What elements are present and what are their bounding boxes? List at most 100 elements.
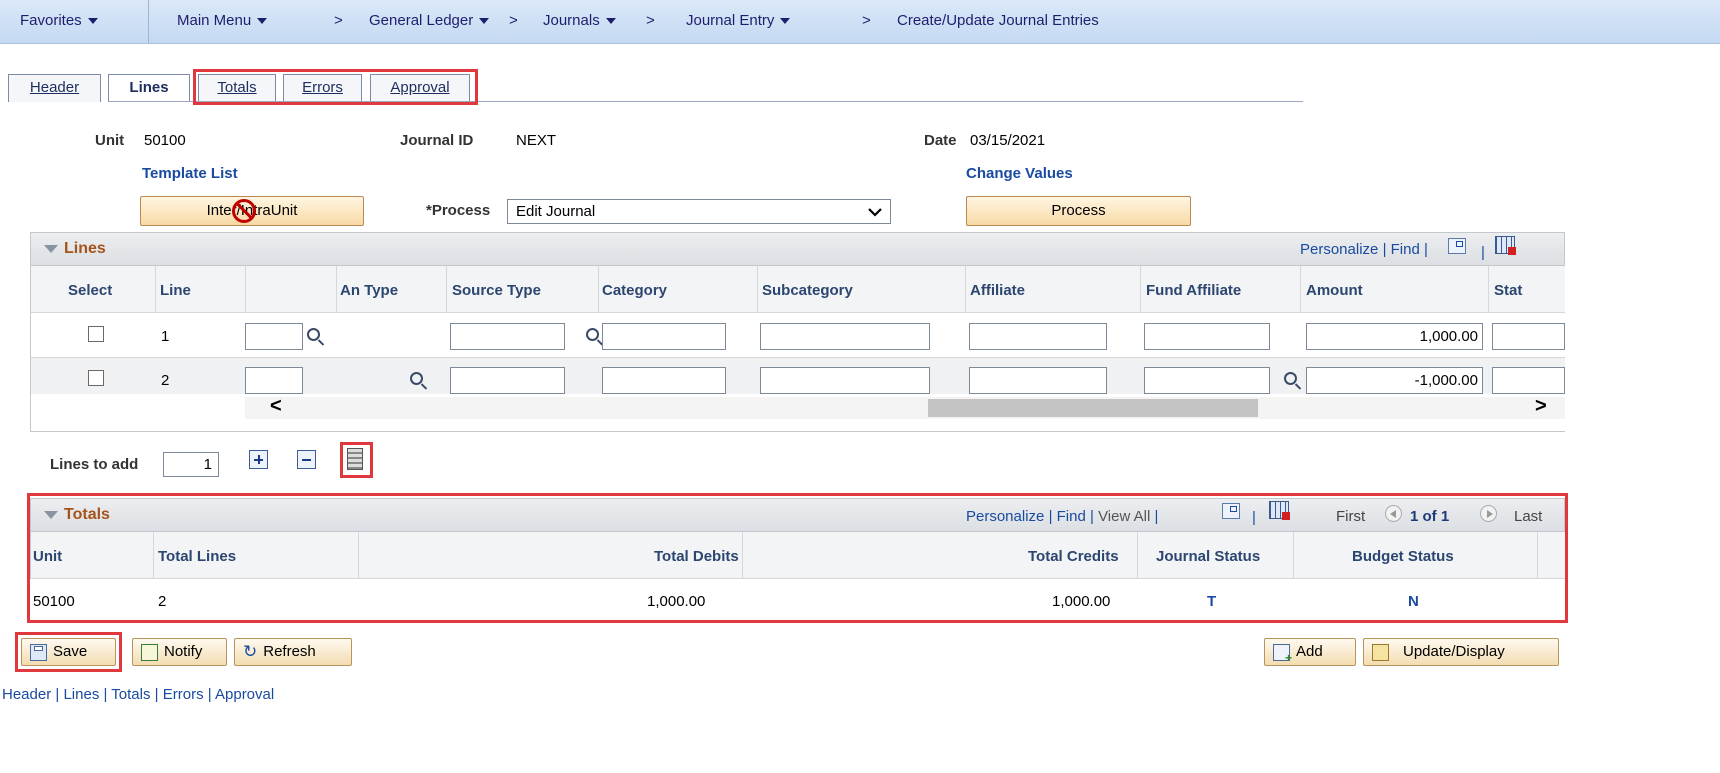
link-separator: |: [55, 686, 60, 703]
footer-link-errors[interactable]: Errors: [163, 686, 204, 703]
add-row-plus-icon[interactable]: [249, 450, 268, 469]
amount-input[interactable]: 1,000.00: [1306, 323, 1483, 350]
row-select-checkbox[interactable]: [88, 370, 104, 386]
scroll-right-arrow-icon[interactable]: >: [1535, 395, 1547, 418]
col-subcategory: Subcategory: [762, 282, 853, 299]
totals-column-header-row: [30, 532, 1565, 578]
fund-affiliate-input[interactable]: [1144, 323, 1270, 350]
category-input[interactable]: [602, 367, 726, 394]
amount-input[interactable]: -1,000.00: [1306, 367, 1483, 394]
lines-grid-title[interactable]: Lines: [44, 240, 106, 258]
affiliate-input[interactable]: [969, 323, 1107, 350]
favorites-label: Favorites: [20, 12, 82, 29]
speedtype-input[interactable]: [245, 323, 303, 350]
source-type-input[interactable]: [450, 367, 565, 394]
lines-personalize-link[interactable]: Personalize: [1300, 241, 1378, 258]
footer-link-approval[interactable]: Approval: [215, 686, 274, 703]
download-grid-icon[interactable]: [1269, 501, 1290, 520]
change-values-link[interactable]: Change Values: [966, 165, 1073, 182]
tool-separator: |: [1090, 508, 1094, 525]
previous-page-icon[interactable]: [1385, 505, 1402, 522]
refresh-button[interactable]: ↻ Refresh: [234, 638, 352, 666]
chevron-down-icon: [87, 18, 98, 25]
stat-input[interactable]: [1492, 323, 1565, 350]
journal-status-link[interactable]: T: [1207, 593, 1216, 610]
subcategory-input[interactable]: [760, 367, 930, 394]
stat-input[interactable]: [1492, 367, 1565, 394]
tab-errors[interactable]: Errors: [283, 74, 362, 102]
col-fund-affiliate: Fund Affiliate: [1146, 282, 1242, 299]
tab-totals[interactable]: Totals: [198, 74, 276, 102]
refresh-icon: ↻: [243, 642, 258, 661]
scrollbar-thumb[interactable]: [928, 399, 1258, 417]
breadcrumb-journal-entry[interactable]: Journal Entry: [686, 12, 791, 29]
view-all-link[interactable]: View All: [1098, 508, 1150, 525]
add-document-icon: +: [1273, 643, 1292, 664]
favorites-menu[interactable]: Favorites: [20, 12, 98, 29]
footer-link-header[interactable]: Header: [2, 686, 51, 703]
col-journal-status: Journal Status: [1156, 548, 1261, 565]
unit-label: Unit: [95, 132, 125, 149]
affiliate-input[interactable]: [969, 367, 1107, 394]
download-grid-icon[interactable]: [1495, 236, 1516, 255]
footer-tab-links: Header | Lines | Totals | Errors | Appro…: [2, 686, 274, 703]
lookup-magnifier-icon[interactable]: [410, 372, 424, 385]
col-source-type: Source Type: [452, 282, 541, 299]
fund-affiliate-input[interactable]: [1144, 367, 1270, 394]
totals-grid-title[interactable]: Totals: [44, 506, 110, 524]
totals-credits-value: 1,000.00: [1052, 593, 1111, 610]
breadcrumb-separator: >: [646, 12, 655, 29]
update-display-button[interactable]: Update/Display: [1363, 638, 1559, 666]
new-window-icon[interactable]: [1222, 503, 1240, 519]
floppy-disk-icon: [30, 643, 47, 661]
process-button[interactable]: Process: [966, 196, 1191, 226]
template-list-link[interactable]: Template List: [142, 165, 238, 182]
process-select[interactable]: Edit Journal: [507, 199, 891, 224]
update-display-label: Update/Display: [1403, 643, 1505, 660]
date-label: Date: [924, 132, 957, 149]
lookup-magnifier-icon[interactable]: [1283, 372, 1297, 385]
tool-separator: |: [1481, 244, 1485, 261]
subcategory-input[interactable]: [760, 323, 930, 350]
tab-underline: [108, 101, 1303, 102]
delete-row-minus-icon[interactable]: [297, 450, 316, 469]
tab-approval[interactable]: Approval: [370, 74, 470, 102]
col-select: Select: [68, 282, 113, 299]
process-label: *Process: [426, 202, 491, 219]
breadcrumb-current-page: Create/Update Journal Entries: [897, 12, 1099, 29]
lookup-magnifier-icon[interactable]: [307, 328, 320, 341]
totals-grid-header: [30, 498, 1565, 532]
horizontal-scrollbar[interactable]: [245, 397, 1565, 419]
add-button[interactable]: + Add: [1264, 638, 1356, 666]
journals-label: Journals: [543, 12, 600, 29]
lines-to-add-input[interactable]: 1: [163, 452, 219, 477]
tab-lines[interactable]: Lines: [108, 74, 190, 102]
category-input[interactable]: [602, 323, 726, 350]
chevron-down-icon: [605, 18, 616, 25]
lines-find-link[interactable]: Find: [1391, 241, 1420, 258]
save-button[interactable]: Save: [21, 638, 116, 666]
totals-find-link[interactable]: Find: [1057, 508, 1086, 525]
scroll-left-arrow-icon[interactable]: <: [270, 395, 282, 418]
footer-link-lines[interactable]: Lines: [63, 686, 99, 703]
breadcrumb-general-ledger[interactable]: General Ledger: [369, 12, 490, 29]
speedtype-input[interactable]: [245, 367, 303, 394]
next-page-icon[interactable]: [1480, 505, 1497, 522]
unit-value: 50100: [144, 132, 186, 149]
lookup-magnifier-icon[interactable]: [586, 328, 600, 341]
tab-header[interactable]: Header: [8, 74, 101, 102]
col-an-type: An Type: [340, 282, 399, 299]
footer-link-totals[interactable]: Totals: [111, 686, 150, 703]
calculator-icon[interactable]: [347, 448, 363, 470]
source-type-input[interactable]: [450, 323, 565, 350]
new-window-icon[interactable]: [1448, 238, 1466, 254]
col-affiliate: Affiliate: [970, 282, 1026, 299]
totals-personalize-link[interactable]: Personalize: [966, 508, 1044, 525]
budget-status-link[interactable]: N: [1408, 593, 1419, 610]
row-select-checkbox[interactable]: [88, 326, 104, 342]
notify-button[interactable]: Notify: [132, 638, 227, 666]
breadcrumb-journals[interactable]: Journals: [543, 12, 616, 29]
save-label: Save: [53, 643, 88, 660]
main-menu[interactable]: Main Menu: [177, 12, 268, 29]
row-line-number: 2: [161, 372, 170, 389]
